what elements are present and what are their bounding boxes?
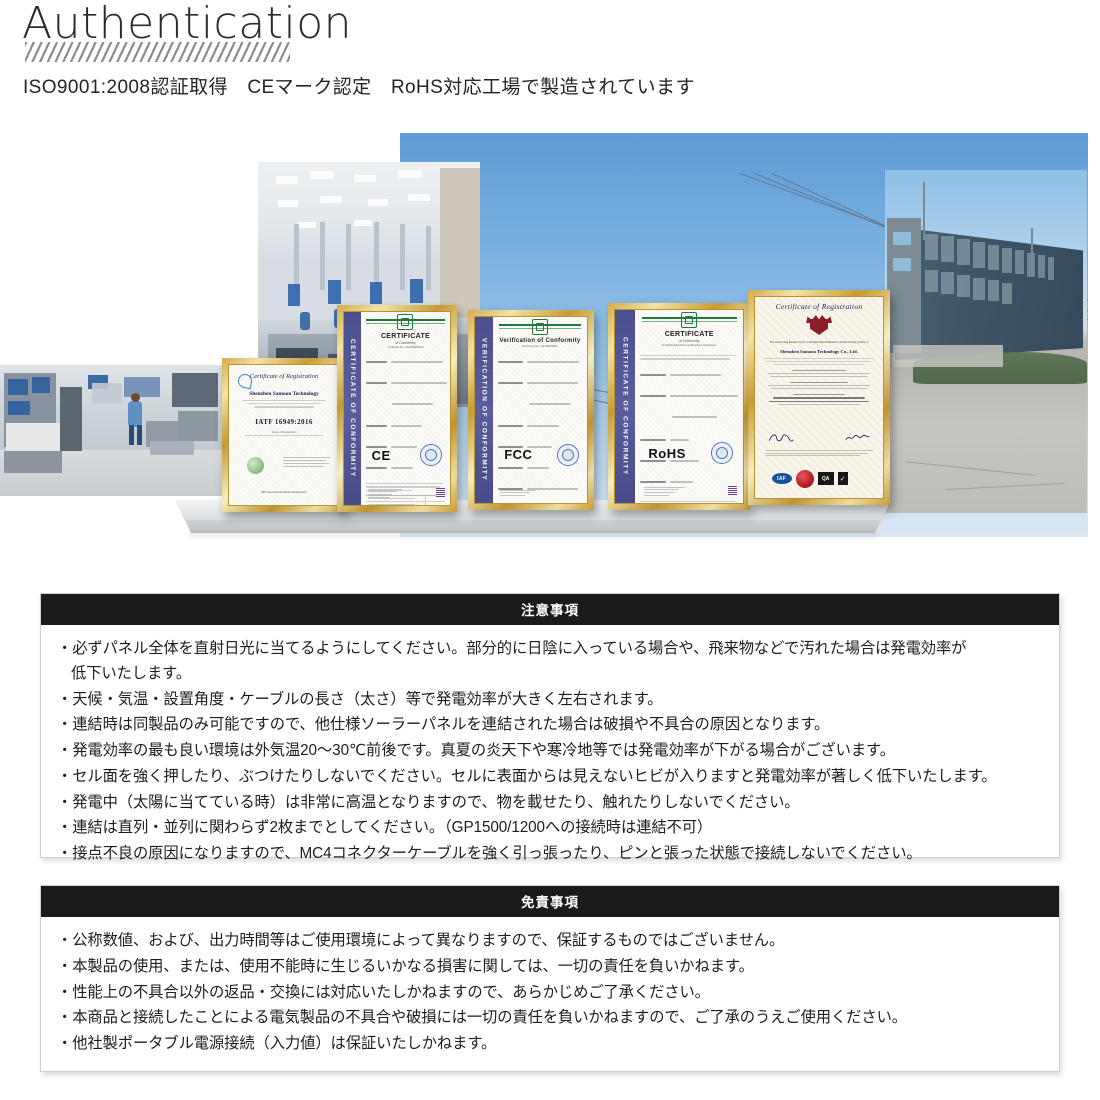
royal-crest-icon bbox=[804, 315, 834, 337]
qa-script-title: Certificate of Registration bbox=[775, 302, 863, 311]
fcc-refno: Reference No.: CEY00000000 bbox=[522, 345, 558, 348]
ce-title: CERTIFICATE bbox=[380, 333, 430, 340]
qa-logo-icon: QA bbox=[817, 472, 834, 486]
ce-side-band: CERTIFICATE OF CONFORMITY bbox=[344, 312, 361, 505]
qa-company-name: Shenzhen Samoon Technology Co., Ltd. bbox=[780, 349, 858, 355]
check-mark-icon: ✓ bbox=[837, 472, 848, 486]
qa-issuer: The Governing Board of Q.A. Internationa… bbox=[769, 340, 869, 344]
iaf-logo-icon: IAF bbox=[771, 473, 792, 485]
page-subtitle: ISO9001:2008認証取得 CEマーク認定 RoHS対応工場で製造されてい… bbox=[23, 77, 695, 98]
list-item: ・公称数値、および、出力時間等はご使用環境によって異なりますので、保証するもので… bbox=[57, 932, 785, 949]
ce-mark: CE bbox=[371, 447, 391, 463]
disclaimer-box: 免責事項 ・公称数値、および、出力時間等はご使用環境によって異なりますので、保証… bbox=[40, 885, 1060, 1072]
fcc-mark: FCC bbox=[504, 447, 533, 463]
list-item: ・性能上の不具合以外の返品・交換には対応いたしかねますので、あらかじめご了承くだ… bbox=[57, 983, 710, 1001]
iatf-company-name: Shenzhen Samoon Technology bbox=[249, 391, 319, 397]
authentication-page: Authentication ISO9001:2008認証取得 CEマーク認定 … bbox=[0, 0, 1100, 1100]
qr-code-icon bbox=[435, 488, 445, 498]
red-wax-seal-icon bbox=[795, 469, 814, 488]
rohs-scope: EU RoHS Restriction of Hazardous Substan… bbox=[661, 344, 717, 347]
list-item: ・本商品と接続したことによる電気製品の不具合や破損には一切の責任を負いかねますの… bbox=[57, 1009, 907, 1027]
notice-heading: 注意事項 bbox=[41, 594, 1059, 625]
qr-code-icon bbox=[727, 486, 737, 496]
list-item: ・他社製ポータブル電源接続（入力値）は保証いたしかねます。 bbox=[57, 1035, 497, 1053]
certificate-qa-registration[interactable]: Certificate of Registration The Governin… bbox=[748, 290, 890, 505]
rohs-side-band: CERTIFICATE OF CONFORMITY bbox=[615, 310, 636, 503]
list-item: ・発電効率の最も良い環境は外気温20〜30℃前後です。真夏の炎天下や寒冷地等では… bbox=[57, 742, 895, 760]
list-item: ・セル面を強く押したり、ぶつけたりしないでください。セルに表面からは見えないヒビ… bbox=[57, 767, 997, 785]
certificate-ce[interactable]: CERTIFICATE OF CONFORMITY CERTIFICATE of… bbox=[337, 305, 457, 512]
list-item: ・必ずパネル全体を直射日光に当てるようにしてください。部分的に日陰に入っている場… bbox=[57, 640, 967, 682]
rohs-subtitle: of Conformity bbox=[679, 339, 700, 343]
list-item: ・連結は直列・並列に関わらず2枚までとしてください。（GP1500/1200への… bbox=[57, 819, 713, 837]
fcc-side-band: VERIFICATION OF CONFORMITY bbox=[475, 317, 493, 503]
disclaimer-heading: 免責事項 bbox=[41, 886, 1059, 917]
title-hatch-divider bbox=[25, 42, 290, 62]
cert-emblem-icon bbox=[397, 314, 414, 330]
factory-line-photo bbox=[0, 365, 222, 496]
certification-collage: Certificate of Registration Shenzhen Sam… bbox=[0, 110, 1100, 560]
signature-manager-icon bbox=[844, 431, 870, 444]
list-item: ・発電中（太陽に当てている時）は非常に高温となりますので、物を載せたり、触れたり… bbox=[57, 793, 800, 811]
disclaimer-list: ・公称数値、および、出力時間等はご使用環境によって異なりますので、保証するもので… bbox=[41, 917, 1059, 1072]
iatf-standard: IATF 16949:2016 bbox=[255, 417, 313, 426]
rohs-title: CERTIFICATE bbox=[664, 331, 714, 338]
rohs-mark: RoHS bbox=[648, 445, 686, 461]
certificate-fcc[interactable]: VERIFICATION OF CONFORMITY Verification … bbox=[468, 310, 594, 510]
list-item: ・天候・気温・設置角度・ケーブルの長さ（太さ）等で発電効率が大きく左右されます。 bbox=[57, 690, 663, 708]
accreditation-logos: IAF QA ✓ bbox=[771, 469, 876, 488]
cert-emblem-icon bbox=[531, 319, 548, 335]
cert-emblem-icon bbox=[681, 312, 698, 328]
list-item: ・連結時は同製品のみ可能ですので、他仕様ソーラーパネルを連結された場合は破損や不… bbox=[57, 716, 830, 734]
list-item: ・本製品の使用、または、使用不能時に生じるいかなる損害に関しては、一切の責任を負… bbox=[57, 957, 754, 975]
globe-icon bbox=[246, 457, 264, 475]
notice-list: ・必ずパネル全体を直射日光に当てるようにしてください。部分的に日陰に入っている場… bbox=[41, 625, 1059, 882]
ce-subtitle: of Conformity bbox=[395, 341, 416, 345]
signature-row bbox=[768, 431, 870, 444]
factory-building-photo bbox=[885, 170, 1087, 513]
list-item: ・接点不良の原因になりますので、MC4コネクターケーブルを強く引っ張ったり、ピン… bbox=[57, 845, 922, 863]
notice-box: 注意事項 ・必ずパネル全体を直射日光に当てるようにしてください。部分的に日陰に入… bbox=[40, 593, 1060, 862]
signature-chairman-icon bbox=[768, 431, 794, 444]
iatf-scope-label: Scope of Registration bbox=[271, 430, 297, 434]
fcc-stamp-icon bbox=[556, 443, 579, 466]
fcc-title: Verification of Conformity bbox=[499, 338, 581, 344]
certificate-iatf[interactable]: Certificate of Registration Shenzhen Sam… bbox=[222, 358, 346, 512]
iatf-logo-icon bbox=[236, 373, 256, 390]
certificate-rohs[interactable]: CERTIFICATE OF CONFORMITY CERTIFICATE of… bbox=[608, 303, 750, 510]
iatf-footer: IMP (International Multiple Registration… bbox=[261, 490, 307, 494]
ce-certno: Certificate No.: CE1900000000 bbox=[387, 346, 424, 349]
